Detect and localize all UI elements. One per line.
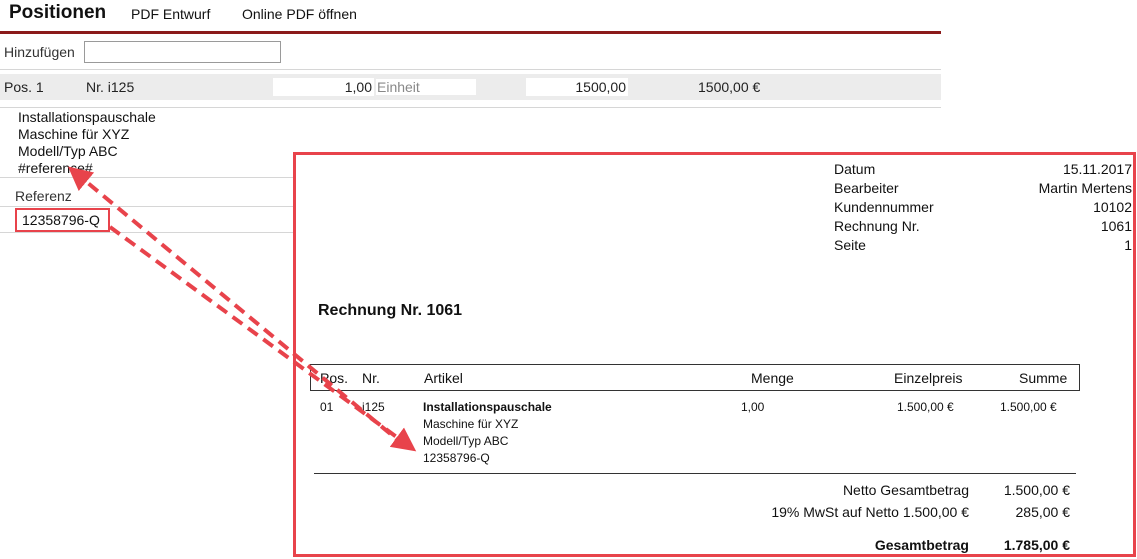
position-number: Pos. 1 [4, 79, 44, 95]
meta-value: 1061 [1100, 218, 1132, 234]
divider [0, 69, 941, 70]
meta-value: 10102 [1093, 199, 1132, 215]
meta-label: Seite [834, 237, 866, 253]
col-article: Artikel [424, 370, 463, 386]
gross-value: 1.785,00 € [1003, 537, 1070, 553]
divider [0, 107, 941, 108]
invoice-title: Rechnung Nr. 1061 [318, 302, 463, 319]
add-input[interactable] [84, 41, 281, 63]
meta-label: Rechnung Nr. [834, 218, 920, 234]
unit-price-field[interactable]: 1500,00 [526, 78, 628, 96]
item-sum: 1.500,00 € [1000, 400, 1057, 414]
col-sum: Summe [1019, 370, 1068, 386]
meta-label: Bearbeiter [834, 180, 899, 196]
pdf-draft-link[interactable]: PDF Entwurf [131, 6, 210, 22]
positions-header: Positionen PDF Entwurf Online PDF öffnen [0, 0, 941, 34]
page-title: Positionen [9, 2, 107, 23]
col-nr: Nr. [362, 370, 380, 386]
article-number: Nr. i125 [86, 79, 135, 95]
item-line: Maschine für XYZ [423, 417, 519, 431]
vat-value: 285,00 € [1015, 504, 1071, 520]
item-qty: 1,00 [741, 400, 765, 414]
invoice-table-header: Pos. Nr. Artikel Menge Einzelpreis Summe [310, 364, 1080, 391]
meta-value: 1 [1124, 237, 1132, 253]
add-label: Hinzufügen [4, 44, 75, 60]
reference-label: Referenz [15, 188, 72, 204]
item-pos: 01 [320, 400, 334, 414]
totals-divider [314, 473, 1076, 474]
description-line: Maschine für XYZ [18, 126, 130, 142]
col-pos: Pos. [320, 370, 349, 386]
position-description[interactable]: Installationspauschale Maschine für XYZ … [18, 109, 156, 177]
pdf-preview: Datum 15.11.2017 Bearbeiter Martin Mertens… [293, 152, 1136, 557]
vat-label: 19% MwSt auf Netto 1.500,00 € [771, 504, 969, 520]
net-label: Netto Gesamtbetrag [842, 482, 969, 498]
quantity-field[interactable]: 1,00 [273, 78, 374, 96]
reference-field[interactable]: 12358796-Q [15, 208, 110, 232]
divider [0, 232, 295, 233]
net-value: 1.500,00 € [1003, 482, 1070, 498]
col-qty: Menge [751, 370, 794, 386]
position-total: 1500,00 € [698, 79, 761, 95]
gross-label: Gesamtbetrag [874, 537, 969, 553]
item-unit-price: 1.500,00 € [897, 400, 954, 414]
item-line: Modell/Typ ABC [423, 434, 509, 448]
item-nr: i125 [362, 400, 385, 414]
open-online-pdf-link[interactable]: Online PDF öffnen [242, 6, 357, 22]
description-line: Installationspauschale [18, 109, 156, 125]
description-line: Modell/Typ ABC [18, 143, 118, 159]
col-unit-price: Einzelpreis [894, 370, 963, 386]
unit-field[interactable]: Einheit [376, 79, 476, 95]
add-row: Hinzufügen [0, 38, 941, 67]
item-reference: 12358796-Q [423, 451, 490, 465]
item-description: Installationspauschale Maschine für XYZ … [423, 399, 552, 467]
meta-label: Kundennummer [834, 199, 934, 215]
invoice-meta: Datum 15.11.2017 Bearbeiter Martin Mertens… [834, 160, 1132, 255]
reference-placeholder: #reference# [18, 160, 93, 176]
meta-value: Martin Mertens [1038, 180, 1132, 196]
meta-value: 15.11.2017 [1062, 161, 1132, 177]
item-name: Installationspauschale [423, 400, 552, 414]
position-row: Pos. 1 Nr. i125 1,00 Einheit 1500,00 150… [0, 74, 941, 100]
divider [0, 177, 295, 178]
meta-label: Datum [834, 161, 876, 177]
divider [0, 206, 295, 207]
